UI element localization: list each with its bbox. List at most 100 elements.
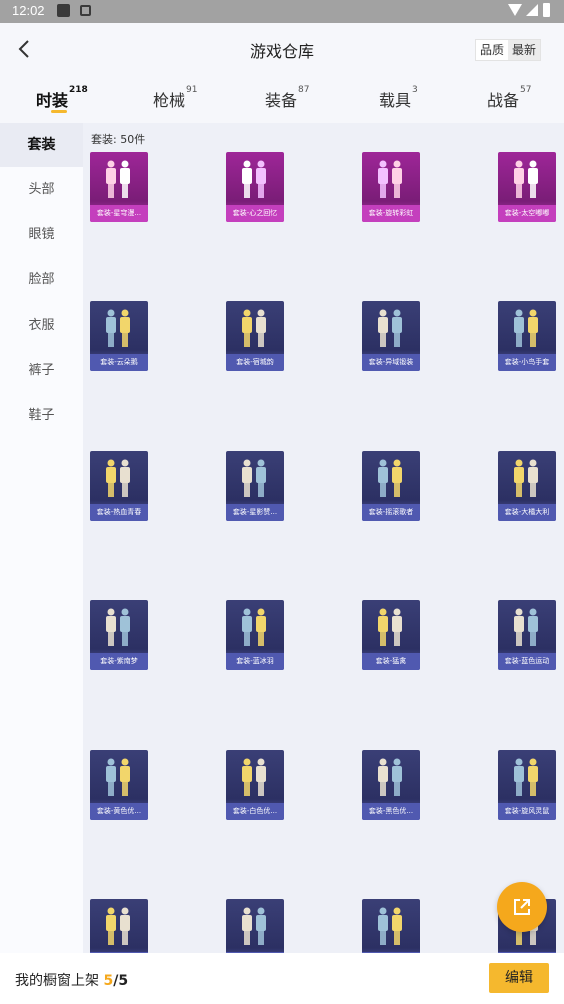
tab-count: 57 <box>520 85 532 95</box>
sidebar-item-shoes[interactable]: 鞋子 <box>0 394 83 438</box>
outfit-thumbnail <box>378 459 402 497</box>
item-label: 套装-心之回忆 <box>226 205 284 222</box>
outfit-thumbnail <box>378 608 402 646</box>
sidebar-item-sets[interactable]: 套装 <box>0 123 83 167</box>
item-card[interactable] <box>226 899 284 953</box>
sidebar-item-clothes[interactable]: 衣服 <box>0 304 83 348</box>
item-card[interactable]: 套装-宿城韵 <box>226 301 284 371</box>
category-tabs: 时装218 枪械91 装备87 载具3 战备57 <box>0 75 564 123</box>
sidebar-item-face[interactable]: 脸部 <box>0 258 83 302</box>
tab-label: 装备 <box>265 91 298 110</box>
item-card[interactable]: 套装-蓝色运动 <box>498 600 556 670</box>
item-card[interactable]: 套装-大橘大利 <box>498 451 556 521</box>
tab-battle-prep[interactable]: 战备57 <box>487 85 532 111</box>
item-label: 套装-黄色优... <box>90 803 148 820</box>
outfit-thumbnail <box>242 459 266 497</box>
outfit-thumbnail <box>242 309 266 347</box>
sidebar-item-head[interactable]: 头部 <box>0 168 83 212</box>
item-card[interactable]: 套装-猛禽 <box>362 600 420 670</box>
outfit-thumbnail <box>514 160 538 198</box>
outfit-thumbnail <box>378 160 402 198</box>
tab-count: 218 <box>69 85 88 95</box>
item-card[interactable]: 套装-太空嘟嘟 <box>498 152 556 222</box>
item-label: 套装-星影赞... <box>226 504 284 521</box>
item-grid: 套装: 50件 套装-星穹漫... 套装-心之回忆 套装-旋转彩虹 套装-太空嘟嘟 套装… <box>83 123 564 953</box>
share-export-button[interactable] <box>497 882 547 932</box>
item-card[interactable]: 套装-热血青春 <box>90 451 148 521</box>
signal-icon <box>526 4 538 16</box>
sidebar-item-glasses[interactable]: 眼镜 <box>0 213 83 257</box>
item-label: 套装-蓝冰羽 <box>226 653 284 670</box>
item-card[interactable]: 套装-心之回忆 <box>226 152 284 222</box>
share-export-icon <box>514 899 530 915</box>
item-label: 套装-热血青春 <box>90 504 148 521</box>
tab-vehicles[interactable]: 载具3 <box>379 85 418 111</box>
sub-category-sidebar: 套装 头部 眼镜 脸部 衣服 裤子 鞋子 <box>0 123 83 953</box>
item-card[interactable]: 套装-紫南梦 <box>90 600 148 670</box>
notification-icon <box>57 4 70 17</box>
item-label: 套装-白色优... <box>226 803 284 820</box>
outfit-thumbnail <box>514 758 538 796</box>
outfit-thumbnail <box>378 758 402 796</box>
sort-toggle: 品质 最新 <box>475 39 541 61</box>
item-card[interactable]: 套装-异域锻装 <box>362 301 420 371</box>
app-header: 游戏仓库 品质 最新 <box>0 23 564 75</box>
sidebar-item-pants[interactable]: 裤子 <box>0 349 83 393</box>
tab-label: 枪械 <box>153 91 186 110</box>
outfit-thumbnail <box>106 907 130 945</box>
battery-icon <box>543 3 550 17</box>
bottom-bar: 我的橱窗上架 5/5 编辑 <box>0 953 564 1004</box>
item-card[interactable] <box>362 899 420 953</box>
outfit-thumbnail <box>242 758 266 796</box>
tab-count: 91 <box>186 85 198 95</box>
item-label: 套装-旋转彩虹 <box>362 205 420 222</box>
outfit-thumbnail <box>242 608 266 646</box>
edit-button[interactable]: 编辑 <box>489 963 549 993</box>
outfit-thumbnail <box>106 758 130 796</box>
item-card[interactable]: 套装-黄色优... <box>90 750 148 820</box>
item-card[interactable]: 套装-星影赞... <box>226 451 284 521</box>
tab-label: 时装 <box>36 91 69 110</box>
item-label: 套装-异域锻装 <box>362 354 420 371</box>
tab-fashion[interactable]: 时装218 <box>36 85 88 111</box>
item-card[interactable]: 套装-云朵鹅 <box>90 301 148 371</box>
tab-equipment[interactable]: 装备87 <box>265 85 310 111</box>
item-label: 套装-星穹漫... <box>90 205 148 222</box>
outfit-thumbnail <box>106 160 130 198</box>
item-label: 套装-小鸟手套 <box>498 354 556 371</box>
active-tab-indicator <box>51 110 67 113</box>
item-label: 套装-黑色优... <box>362 803 420 820</box>
tab-label: 载具 <box>379 91 412 110</box>
status-time: 12:02 <box>12 3 45 18</box>
showcase-status: 我的橱窗上架 5/5 <box>15 970 128 990</box>
outfit-thumbnail <box>514 608 538 646</box>
item-label: 套装-紫南梦 <box>90 653 148 670</box>
item-card[interactable]: 套装-白色优... <box>226 750 284 820</box>
sort-option-latest[interactable]: 最新 <box>508 40 540 60</box>
showcase-total-count: /5 <box>113 973 129 989</box>
tab-guns[interactable]: 枪械91 <box>153 85 198 111</box>
showcase-current-count: 5 <box>103 973 114 989</box>
item-label: 套装-蓝色运动 <box>498 653 556 670</box>
outfit-thumbnail <box>106 459 130 497</box>
outfit-thumbnail <box>378 907 402 945</box>
tab-count: 87 <box>298 85 310 95</box>
item-card[interactable]: 套装-小鸟手套 <box>498 301 556 371</box>
item-card[interactable]: 套装-星穹漫... <box>90 152 148 222</box>
outfit-thumbnail <box>514 459 538 497</box>
outfit-thumbnail <box>242 160 266 198</box>
item-label: 套装-旋风灵鼠 <box>498 803 556 820</box>
item-label: 套装-宿城韵 <box>226 354 284 371</box>
sort-option-quality[interactable]: 品质 <box>476 40 508 60</box>
item-card[interactable]: 套装-摇滚歌者 <box>362 451 420 521</box>
showcase-label: 我的橱窗上架 <box>15 973 99 989</box>
outfit-thumbnail <box>242 907 266 945</box>
item-card[interactable]: 套装-黑色优... <box>362 750 420 820</box>
item-card[interactable]: 套装-旋风灵鼠 <box>498 750 556 820</box>
outfit-thumbnail <box>514 309 538 347</box>
item-card[interactable] <box>90 899 148 953</box>
item-card[interactable]: 套装-旋转彩虹 <box>362 152 420 222</box>
tab-label: 战备 <box>487 91 520 110</box>
item-card[interactable]: 套装-蓝冰羽 <box>226 600 284 670</box>
item-label: 套装-太空嘟嘟 <box>498 205 556 222</box>
